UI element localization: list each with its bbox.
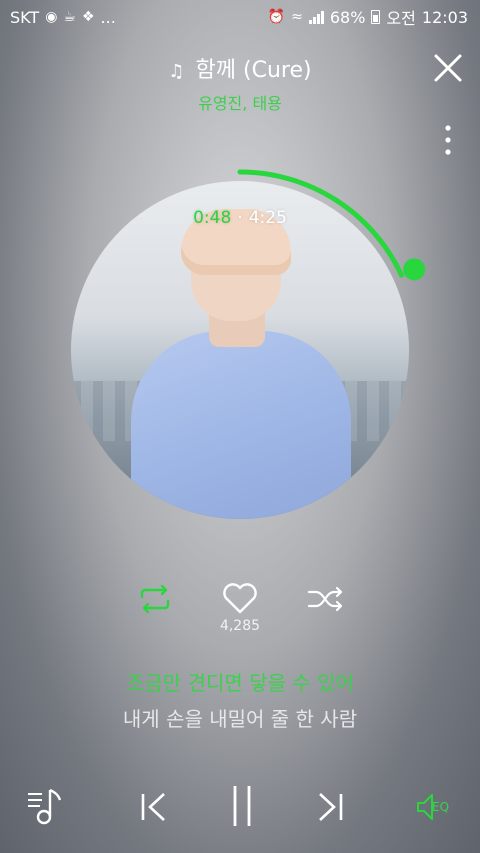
carrier-label: SKT [10,7,40,27]
shuffle-icon[interactable] [306,584,344,614]
like-count: 4,285 [219,618,261,634]
total-duration: 4:25 [248,208,287,228]
elapsed-time: 0:48 [193,208,232,228]
vibe-icon: ❖ [81,9,95,25]
song-title: 함께 (Cure) [195,58,312,83]
playlist-icon[interactable] [24,786,70,826]
coffee-icon: ☕ [63,9,76,25]
time-label: 12:03 [421,7,468,27]
status-bar: SKT ◉ ☕ ❖ ... ⏰ ≈ 68% 오전 12:03 [0,0,480,34]
lyric-next-line[interactable]: 내게 손을 내밀어 줄 한 사람 [0,703,480,732]
pause-icon[interactable] [224,782,260,830]
status-right: ⏰ ≈ 68% 오전 12:03 [268,5,468,29]
close-button[interactable] [432,52,464,84]
time-separator: · [237,208,243,228]
signal-icon [308,10,324,24]
time-readout: 0:48 · 4:25 [60,208,420,228]
eq-button[interactable]: EQ [414,788,460,826]
wifi-icon: ≈ [291,9,303,25]
progress-knob[interactable] [403,258,426,281]
artist-name[interactable]: 유영진, 태용 [0,90,480,114]
status-left: SKT ◉ ☕ ❖ ... [10,8,116,27]
time-ampm: 오전 [386,9,416,28]
next-icon[interactable] [312,788,348,826]
app-icon: ◉ [45,9,58,25]
more-notifications: ... [100,7,116,27]
previous-icon[interactable] [136,788,172,826]
secondary-controls: 4,285 [0,580,480,640]
lyric-current-line[interactable]: 조금만 견디면 닿을 수 있어 [0,667,480,696]
more-options-button[interactable] [440,124,456,156]
album-disc: 0:48 · 4:25 [60,169,426,530]
playback-bar: EQ [0,780,480,840]
heart-icon[interactable] [221,580,259,616]
eq-label: EQ [432,800,450,814]
alarm-icon: ⏰ [267,9,286,25]
song-title-row: ♫ 함께 (Cure) [0,52,480,84]
music-note-icon: ♫ [168,61,185,82]
repeat-icon[interactable] [136,584,174,614]
battery-percent: 68% [329,7,366,27]
battery-icon [371,10,381,24]
